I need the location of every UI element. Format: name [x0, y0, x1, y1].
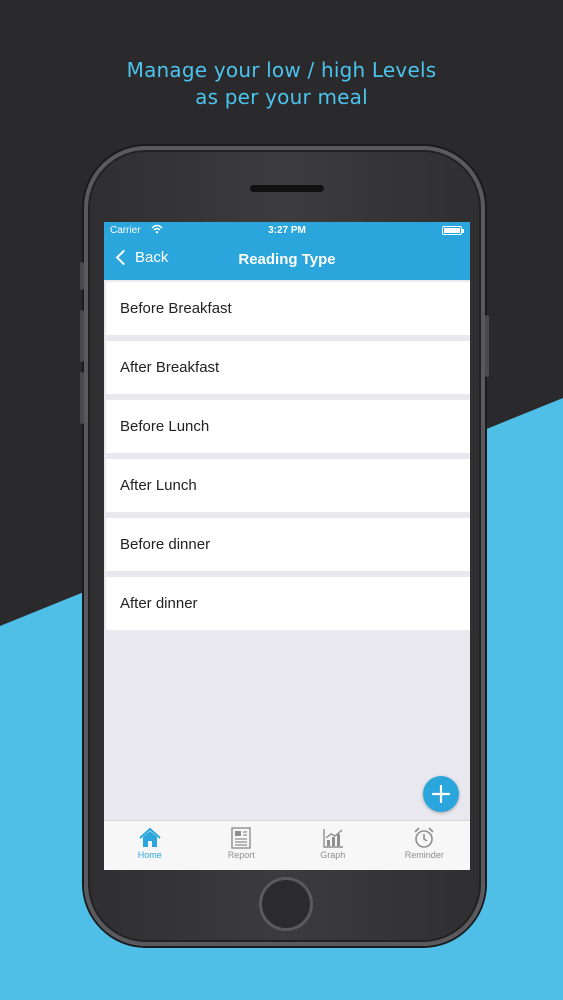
navigation-bar: Back Reading Type: [104, 240, 470, 280]
tab-reminder[interactable]: Reminder: [379, 821, 471, 870]
list-item[interactable]: After dinner: [106, 577, 470, 630]
tab-bar: Home Report Graph Reminder: [104, 820, 470, 870]
list-item[interactable]: Before Lunch: [106, 400, 470, 453]
earpiece-speaker: [250, 185, 324, 192]
plus-icon: [431, 784, 451, 804]
add-button[interactable]: [423, 776, 459, 812]
reading-type-list: Before Breakfast After Breakfast Before …: [106, 282, 470, 636]
phone-home-button: [259, 877, 313, 931]
promo-headline: Manage your low / high Levels as per you…: [0, 57, 563, 111]
tab-home[interactable]: Home: [104, 821, 196, 870]
list-item[interactable]: After Breakfast: [106, 341, 470, 394]
list-item[interactable]: After Lunch: [106, 459, 470, 512]
tab-report[interactable]: Report: [196, 821, 288, 870]
battery-icon: [442, 226, 464, 235]
alarm-clock-icon: [413, 826, 435, 850]
mute-switch: [80, 262, 84, 290]
volume-up-button: [80, 310, 84, 362]
tab-home-label: Home: [137, 850, 162, 860]
promo-line-1: Manage your low / high Levels: [126, 58, 437, 82]
graph-icon: [322, 826, 344, 850]
tab-report-label: Report: [227, 850, 255, 860]
tab-reminder-label: Reminder: [404, 850, 444, 860]
status-bar: Carrier 3:27 PM: [104, 222, 470, 240]
report-icon: [231, 826, 251, 850]
list-item[interactable]: Before Breakfast: [106, 282, 470, 335]
phone-frame: Carrier 3:27 PM Back Reading Type Before…: [80, 146, 489, 946]
list-item[interactable]: Before dinner: [106, 518, 470, 571]
tab-graph-label: Graph: [320, 850, 346, 860]
status-time: 3:27 PM: [268, 225, 306, 236]
home-icon: [139, 826, 161, 850]
page-title: Reading Type: [238, 251, 336, 268]
app-screen: Carrier 3:27 PM Back Reading Type Before…: [104, 222, 470, 870]
tab-graph[interactable]: Graph: [287, 821, 379, 870]
promo-line-2: as per your meal: [195, 85, 368, 109]
volume-down-button: [80, 372, 84, 424]
power-button: [485, 315, 489, 377]
